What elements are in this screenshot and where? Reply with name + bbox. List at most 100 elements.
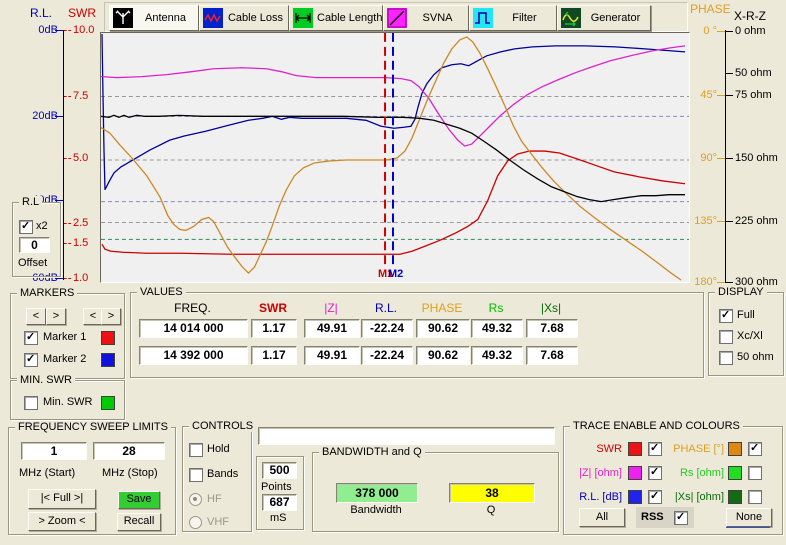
rss-checkbox[interactable]: [674, 511, 688, 525]
toolbar-label: Generator: [581, 12, 650, 24]
x2-checkbox[interactable]: [19, 220, 33, 234]
min-swr-checkbox[interactable]: [24, 396, 38, 410]
full-sweep-button[interactable]: |< Full >|: [28, 489, 96, 509]
filter-icon: [473, 8, 493, 28]
left-swr-tick-label: 7.5: [73, 90, 99, 102]
values-column-header: |Xs|: [526, 301, 576, 315]
toolbar-button-svna[interactable]: SVNA: [383, 5, 469, 31]
values-cell-row1-phase[interactable]: 90.62: [416, 319, 470, 338]
swr-axis-title: SWR: [68, 6, 96, 20]
toolbar-button-cable-length[interactable]: Cable Length: [289, 5, 383, 31]
rss-label: RSS: [641, 511, 664, 523]
values-column-header: SWR: [251, 301, 295, 315]
antenna-icon: [113, 8, 133, 28]
marker1-prev-button[interactable]: <: [26, 308, 46, 325]
values-cell-row1-swr[interactable]: 1.17: [251, 319, 297, 338]
values-cell-row2-z[interactable]: 49.91: [304, 346, 360, 365]
values-cell-row2-swr[interactable]: 1.17: [251, 346, 297, 365]
sweep-time-field[interactable]: 687: [262, 494, 297, 511]
bandwidth-group-title: BANDWIDTH and Q: [319, 446, 425, 458]
values-cell-row1-freq[interactable]: 14 014 000: [139, 319, 248, 338]
values-cell-row1-rl[interactable]: -22.24: [361, 319, 413, 338]
offset-label: Offset: [18, 257, 47, 269]
left-db-tick-mark: [55, 30, 63, 31]
right-ohm-tick-label: 225 ohm: [735, 215, 786, 227]
right-phase-tick-label: 90°: [686, 152, 717, 164]
left-swr-tick-mark: [64, 158, 71, 159]
rl-offset-group: R.L x2 0 Offset: [12, 202, 61, 277]
sweep-start-field[interactable]: 1: [21, 442, 87, 460]
chart-plot-area[interactable]: M1M2: [100, 32, 690, 283]
command-input[interactable]: [258, 427, 555, 445]
toolbar-button-filter[interactable]: Filter: [469, 5, 557, 31]
toolbar-button-cable-loss[interactable]: Cable Loss: [199, 5, 289, 31]
marker2-prev-button[interactable]: <: [83, 308, 103, 325]
values-table: FREQ.SWR|Z|R.L.PHASERs|Xs|14 014 0001.17…: [131, 293, 703, 377]
rl-axis-title: R.L.: [30, 6, 52, 20]
right-phase-tick-label: 0 °: [686, 25, 717, 37]
trace-color-swatch[interactable]: [728, 442, 742, 456]
min-swr-label: Min. SWR: [43, 396, 93, 408]
offset-value-field[interactable]: 0: [19, 237, 50, 253]
bandwidth-label: Bandwidth: [336, 504, 416, 516]
points-field[interactable]: 500: [262, 462, 297, 479]
cable-loss-icon: [203, 8, 223, 28]
bandwidth-group: BANDWIDTH and Q 378 000 Bandwidth 38 Q: [312, 452, 559, 532]
sweep-stop-field[interactable]: 28: [93, 442, 165, 460]
display-xcxl-checkbox[interactable]: [719, 330, 733, 344]
trace-color-swatch[interactable]: [628, 442, 642, 456]
generator-icon: [561, 8, 581, 28]
values-cell-row2-rl[interactable]: -22.24: [361, 346, 413, 365]
trace-PHASE: [101, 37, 681, 280]
toolbar-button-generator[interactable]: Generator: [557, 5, 651, 31]
marker1-checkbox[interactable]: [24, 331, 38, 345]
sweep-limits-group-title: FREQUENCY SWEEP LIMITS: [15, 421, 171, 433]
values-cell-row2-rs[interactable]: 49.32: [471, 346, 523, 365]
display-full-checkbox[interactable]: [719, 309, 733, 323]
markers-group: MARKERS < > < > Marker 1 Marker 2: [10, 293, 125, 379]
hf-radio[interactable]: [189, 493, 202, 506]
markers-group-title: MARKERS: [17, 287, 77, 299]
values-cell-row2-freq[interactable]: 14 392 000: [139, 346, 248, 365]
values-cell-row1-z[interactable]: 49.91: [304, 319, 360, 338]
marker2-color-swatch[interactable]: [101, 353, 115, 367]
trace-enable-checkbox[interactable]: [748, 490, 762, 504]
trace-color-swatch[interactable]: [728, 466, 742, 480]
none-button-underline: [726, 527, 770, 528]
trace-color-swatch[interactable]: [628, 490, 642, 504]
toolbar-label: Antenna: [133, 12, 198, 24]
trace-label: PHASE [°]: [660, 443, 724, 455]
values-cell-row2-phase[interactable]: 90.62: [416, 346, 470, 365]
trace-color-swatch[interactable]: [628, 466, 642, 480]
toolbar-label: Cable Length: [313, 12, 386, 24]
vhf-radio[interactable]: [189, 516, 202, 529]
marker1-next-button[interactable]: >: [46, 308, 66, 325]
trace-color-swatch[interactable]: [728, 490, 742, 504]
marker2-checkbox[interactable]: [24, 353, 38, 367]
recall-button[interactable]: Recall: [117, 513, 161, 531]
bands-checkbox[interactable]: [189, 468, 203, 482]
marker1-color-swatch[interactable]: [101, 331, 115, 345]
trace-enable-checkbox[interactable]: [748, 466, 762, 480]
toolbar-button-antenna[interactable]: Antenna: [109, 5, 199, 31]
points-label: Points: [261, 481, 292, 493]
trace-enable-checkbox[interactable]: [748, 442, 762, 456]
bandwidth-field[interactable]: 378 000: [336, 483, 418, 503]
values-cell-row2-xs[interactable]: 7.68: [526, 346, 578, 365]
rl-offset-group-title: R.L: [19, 196, 42, 208]
hold-label: Hold: [207, 443, 230, 455]
values-cell-row1-xs[interactable]: 7.68: [526, 319, 578, 338]
marker2-next-button[interactable]: >: [101, 308, 121, 325]
none-traces-button[interactable]: None: [726, 508, 772, 527]
app-window: R.L. SWR PHASE X-R-Z Antenna Cable Loss …: [0, 0, 786, 545]
trace-label: Rs [ohm]: [660, 467, 724, 479]
q-field[interactable]: 38: [449, 483, 535, 503]
values-cell-row1-rs[interactable]: 49.32: [471, 319, 523, 338]
all-traces-button[interactable]: All: [579, 508, 625, 527]
save-button[interactable]: Save: [118, 491, 160, 509]
values-group: VALUES FREQ.SWR|Z|R.L.PHASERs|Xs|14 014 …: [130, 292, 704, 378]
zoom-sweep-button[interactable]: > Zoom <: [28, 512, 96, 531]
min-swr-color-swatch[interactable]: [101, 396, 115, 410]
display-50ohm-checkbox[interactable]: [719, 351, 733, 365]
hold-checkbox[interactable]: [189, 443, 203, 457]
